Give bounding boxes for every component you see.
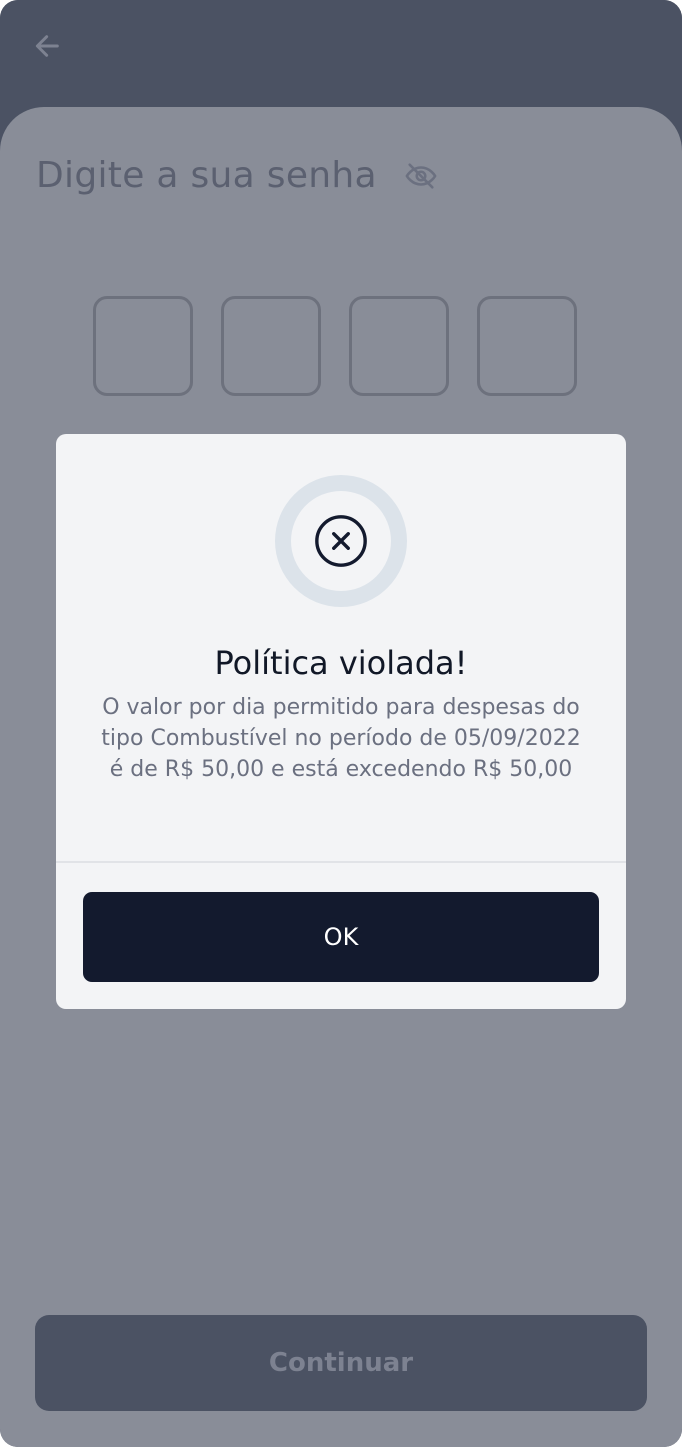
toggle-visibility-button[interactable] bbox=[403, 158, 439, 194]
title-row: Digite a sua senha bbox=[36, 155, 439, 196]
page-title: Digite a sua senha bbox=[36, 155, 377, 196]
app-screen: Digite a sua senha Continuar Política vi… bbox=[0, 0, 682, 1447]
back-button[interactable] bbox=[28, 26, 68, 66]
policy-violation-dialog: Política violada! O valor por dia permit… bbox=[56, 434, 626, 1009]
ok-button[interactable]: OK bbox=[83, 892, 599, 982]
pin-digit-2[interactable] bbox=[221, 296, 321, 396]
eye-off-icon bbox=[405, 162, 437, 189]
pin-digit-1[interactable] bbox=[93, 296, 193, 396]
dialog-icon-container bbox=[291, 491, 391, 591]
dialog-icon-ring bbox=[275, 475, 407, 607]
dialog-title: Política violada! bbox=[214, 644, 468, 682]
pin-digit-3[interactable] bbox=[349, 296, 449, 396]
x-circle-icon bbox=[315, 515, 367, 567]
pin-digit-4[interactable] bbox=[477, 296, 577, 396]
pin-input-group bbox=[93, 296, 577, 396]
continue-button[interactable]: Continuar bbox=[35, 1315, 647, 1411]
dialog-divider bbox=[56, 861, 626, 863]
dialog-message: O valor por dia permitido para despesas … bbox=[101, 695, 581, 782]
arrow-left-icon bbox=[35, 35, 59, 57]
